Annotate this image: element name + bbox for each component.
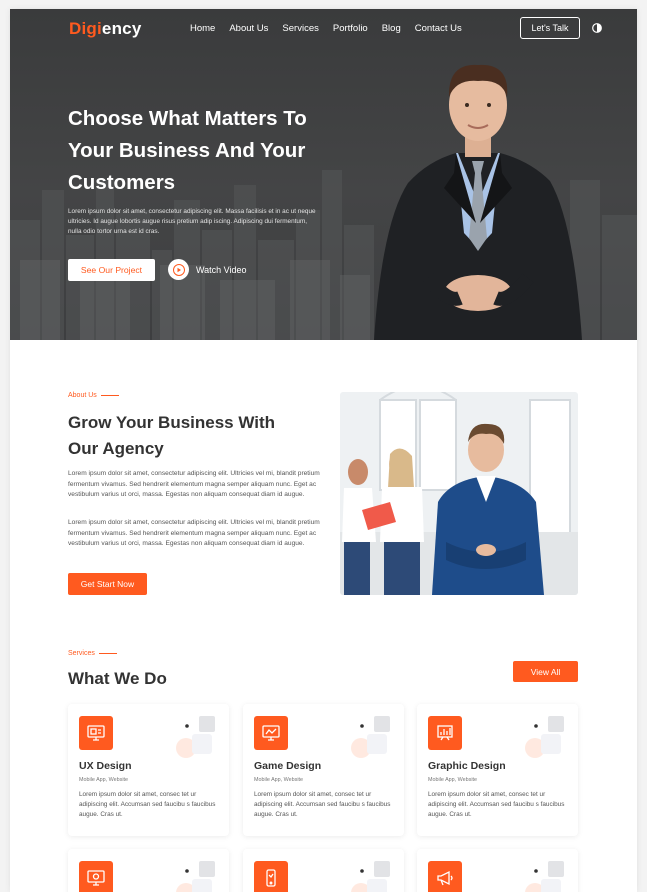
- monitor-icon: [254, 716, 288, 750]
- service-card-title: Graphic Design: [428, 760, 506, 772]
- ux-screen-icon: [79, 716, 113, 750]
- businessman-image: [374, 64, 582, 340]
- nav-contact[interactable]: Contact Us: [415, 23, 462, 34]
- service-card-subtitle: Mobile App, Website: [254, 777, 304, 783]
- nav-portfolio[interactable]: Portfolio: [333, 23, 368, 34]
- service-card-ux[interactable]: UX Design Mobile App, Website Lorem ipsu…: [68, 704, 229, 836]
- about-paragraph-2: Lorem ipsum dolor sit amet, consectetur …: [68, 519, 320, 547]
- service-card-text: Lorem ipsum dolor sit amet, consec tet u…: [254, 791, 391, 818]
- chart-board-icon: [428, 716, 462, 750]
- logo-rest: ency: [101, 19, 142, 38]
- play-icon: [168, 259, 189, 280]
- service-card-text: Lorem ipsum dolor sit amet, consec tet u…: [79, 791, 216, 818]
- main-nav: Home About Us Services Portfolio Blog Co…: [190, 23, 462, 34]
- view-all-button[interactable]: View All: [513, 661, 578, 682]
- services-eyebrow: Services: [68, 650, 117, 657]
- service-card-row2-3[interactable]: [417, 849, 578, 892]
- hero-description: Lorem ipsum dolor sit amet, consectetur …: [68, 208, 316, 236]
- logo-accent: Digi: [69, 19, 102, 38]
- watch-video-button[interactable]: Watch Video: [168, 259, 247, 280]
- get-start-button[interactable]: Get Start Now: [68, 573, 147, 595]
- service-card-row2-1[interactable]: [68, 849, 229, 892]
- half-moon-icon[interactable]: [592, 23, 602, 33]
- about-title: Grow Your Business With Our Agency: [68, 413, 276, 458]
- about-paragraph-1: Lorem ipsum dolor sit amet, consectetur …: [68, 470, 320, 498]
- computer-icon: [79, 861, 113, 892]
- service-card-game[interactable]: Game Design Mobile App, Website Lorem ip…: [243, 704, 404, 836]
- nav-blog[interactable]: Blog: [382, 23, 401, 34]
- service-card-title: UX Design: [79, 760, 132, 772]
- decorative-shapes-icon: [176, 861, 215, 892]
- service-card-text: Lorem ipsum dolor sit amet, consec tet u…: [428, 791, 565, 818]
- about-eyebrow-label: About Us: [68, 392, 97, 399]
- mobile-icon: [254, 861, 288, 892]
- landing-page: Digiency Home About Us Services Portfoli…: [10, 9, 637, 892]
- services-title: What We Do: [68, 669, 167, 688]
- logo[interactable]: Digiency: [69, 19, 141, 39]
- office-team-image: [340, 392, 578, 595]
- see-project-button[interactable]: See Our Project: [68, 259, 155, 281]
- decorative-shapes-icon: [176, 716, 215, 758]
- decorative-shapes-icon: [525, 716, 564, 758]
- hero-title: Choose What Matters To Your Business And…: [68, 107, 307, 194]
- service-card-subtitle: Mobile App, Website: [79, 777, 129, 783]
- lets-talk-button[interactable]: Let's Talk: [520, 17, 580, 39]
- nav-services[interactable]: Services: [282, 23, 318, 34]
- decorative-shapes-icon: [525, 861, 564, 892]
- service-card-graphic[interactable]: Graphic Design Mobile App, Website Lorem…: [417, 704, 578, 836]
- watch-video-label: Watch Video: [196, 264, 247, 275]
- decorative-shapes-icon: [351, 861, 390, 892]
- decorative-shapes-icon: [351, 716, 390, 758]
- nav-about[interactable]: About Us: [229, 23, 268, 34]
- service-card-subtitle: Mobile App, Website: [428, 777, 478, 783]
- service-card-title: Game Design: [254, 760, 322, 772]
- services-eyebrow-label: Services: [68, 650, 95, 657]
- hero-section: Digiency Home About Us Services Portfoli…: [10, 9, 637, 340]
- nav-home[interactable]: Home: [190, 23, 215, 34]
- about-eyebrow: About Us: [68, 392, 119, 399]
- service-card-row2-2[interactable]: [243, 849, 404, 892]
- megaphone-icon: [428, 861, 462, 892]
